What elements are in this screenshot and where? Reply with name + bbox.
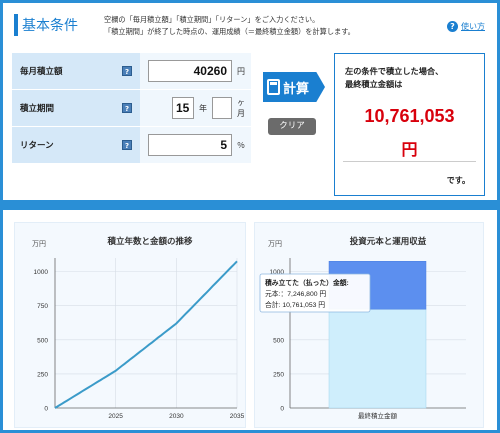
calculator-icon <box>267 79 280 95</box>
calculate-button[interactable]: 計算 <box>263 72 325 102</box>
return-row: リターン ? 5 ％ <box>12 127 251 164</box>
years-input[interactable]: 15 <box>172 97 194 119</box>
line-chart-y-unit: 万円 <box>32 240 46 248</box>
question-icon: ? <box>447 21 458 32</box>
bar-chart-panel <box>254 222 484 428</box>
result-box: 左の条件で積立した場合、 最終積立金額は 10,761,053 円 です。 <box>334 53 485 196</box>
period-value-cell: 15 年 ヶ月 <box>140 90 251 126</box>
period-row: 積立期間 ? 15 年 ヶ月 <box>12 90 251 127</box>
help-link-label[interactable]: 使い方 <box>461 21 485 32</box>
months-unit: ヶ月 <box>237 98 245 118</box>
help-link[interactable]: ? 使い方 <box>447 21 485 32</box>
description-line-2: 「積立期間」が終了した時点の、運用成績（＝最終積立金額）を計算します。 <box>104 27 355 36</box>
result-label-line-2: 最終積立金額は <box>345 79 403 89</box>
bar-chart-title: 投資元本と運用収益 <box>349 237 427 247</box>
line-chart-panel <box>14 222 246 428</box>
result-label-line-1: 左の条件で積立した場合、 <box>345 66 444 76</box>
return-help-icon[interactable]: ? <box>122 140 132 150</box>
monthly-help-icon[interactable]: ? <box>122 66 132 76</box>
result-divider <box>343 161 476 162</box>
result-amount: 10,761,053 <box>364 106 455 126</box>
period-help-icon[interactable]: ? <box>122 103 132 113</box>
section-description: 空欄の「毎月積立額」「積立期間」「リターン」をご入力ください。 「積立期間」が終… <box>104 14 434 38</box>
return-value-cell: 5 ％ <box>140 127 251 163</box>
title-accent-bar <box>14 14 18 36</box>
monthly-amount-input[interactable]: 40260 <box>148 60 232 82</box>
period-label: 積立期間 ? <box>12 90 140 126</box>
return-unit: ％ <box>237 140 245 150</box>
clear-button[interactable]: クリア <box>268 118 316 135</box>
monthly-label: 毎月積立額 ? <box>12 53 140 89</box>
monthly-value-cell: 40260 円 <box>140 53 251 89</box>
return-label-text: リターン <box>20 141 54 151</box>
period-label-text: 積立期間 <box>20 104 55 114</box>
return-input[interactable]: 5 <box>148 134 232 156</box>
line-chart-title: 積立年数と金額の推移 <box>107 237 193 247</box>
bar-chart-y-unit: 万円 <box>268 240 282 248</box>
monthly-unit: 円 <box>237 66 245 76</box>
return-label: リターン ? <box>12 127 140 163</box>
result-suffix: です。 <box>446 176 470 185</box>
result-label: 左の条件で積立した場合、 最終積立金額は <box>345 65 443 91</box>
result-unit: 円 <box>401 140 418 159</box>
description-line-1: 空欄の「毎月積立額」「積立期間」「リターン」をご入力ください。 <box>104 15 320 24</box>
input-form: 毎月積立額 ? 40260 円 積立期間 ? 15 年 ヶ月 リターン ? 5 … <box>12 53 251 164</box>
calculate-button-label: 計算 <box>283 81 310 97</box>
months-input[interactable] <box>212 97 232 119</box>
years-unit: 年 <box>199 103 207 113</box>
monthly-row: 毎月積立額 ? 40260 円 <box>12 53 251 90</box>
monthly-label-text: 毎月積立額 <box>20 67 63 77</box>
section-title: 基本条件 <box>22 18 78 34</box>
